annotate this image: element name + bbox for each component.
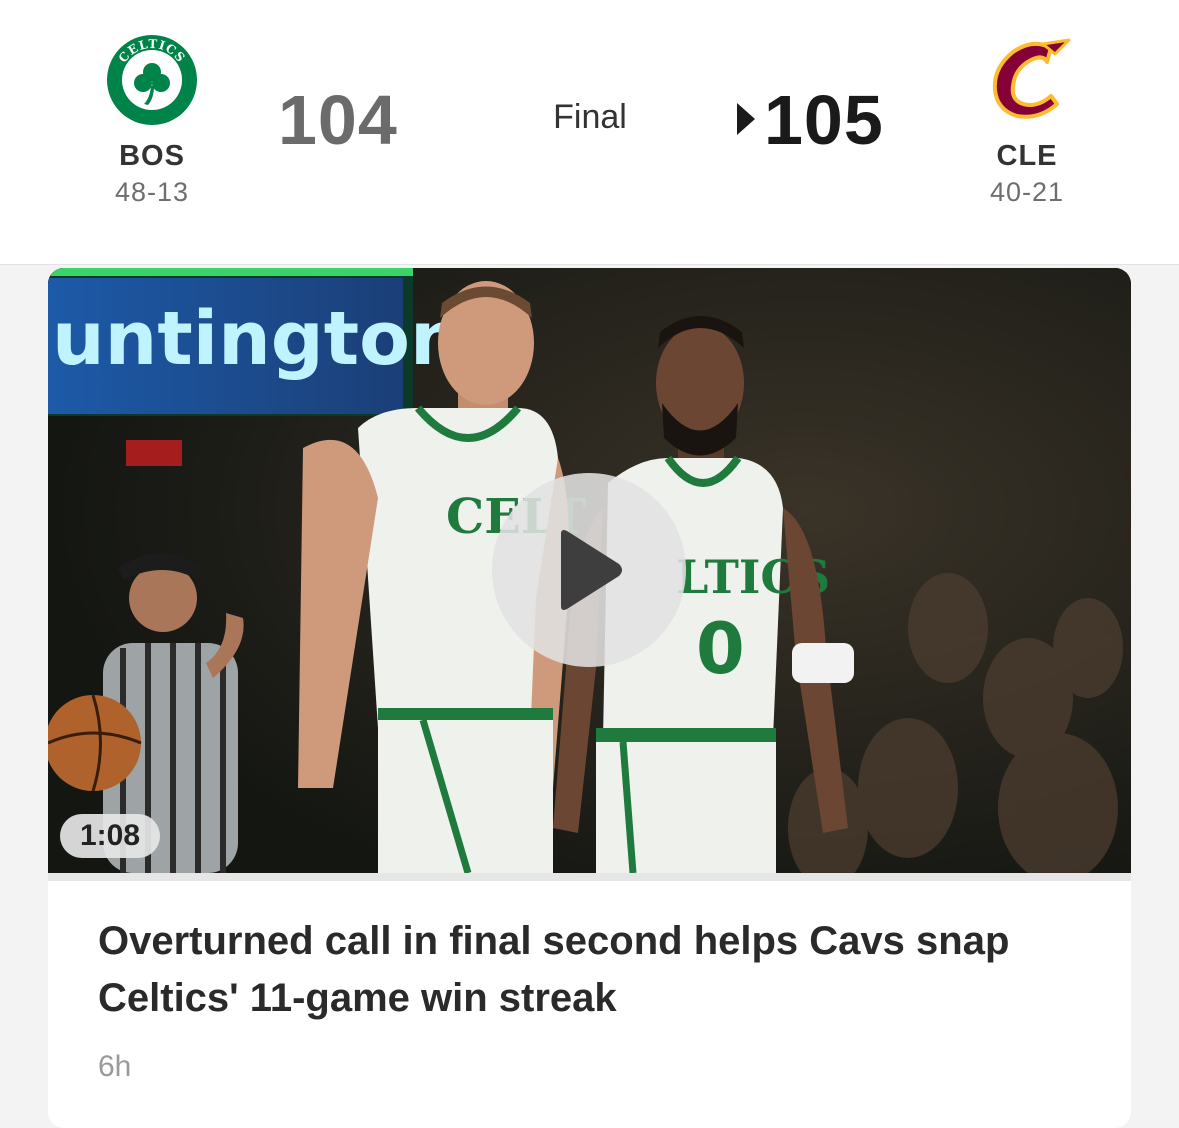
home-score: 104 [278, 81, 398, 159]
cavaliers-logo-icon [981, 34, 1073, 126]
story-headline[interactable]: Overturned call in final second helps Ca… [98, 913, 1081, 1027]
home-team-record: 48-13 [114, 177, 190, 207]
arena-sign-text: untington [52, 296, 463, 382]
away-score: 105 [764, 81, 884, 159]
away-team-record: 40-21 [989, 177, 1065, 207]
home-team-abbr: BOS [119, 140, 185, 172]
play-button[interactable] [492, 473, 686, 667]
video-thumbnail[interactable]: untington LTICS 0 1:08 [48, 268, 1131, 873]
game-status: Final [553, 98, 627, 136]
away-team[interactable]: CLE 40-21 [957, 34, 1097, 208]
away-team-abbr: CLE [996, 140, 1058, 172]
news-card[interactable]: untington LTICS 0 1:08 Overturned call i… [48, 268, 1131, 1128]
play-icon [561, 530, 622, 610]
svg-text:0: 0 [696, 608, 745, 690]
divider [48, 873, 1131, 881]
scoreboard[interactable]: CELTICS BOS 48-13 104 Final 105 CLE 40-2… [0, 0, 1179, 265]
video-duration-badge: 1:08 [60, 814, 161, 858]
story-timestamp: 6h [98, 1050, 132, 1083]
home-team[interactable]: CELTICS BOS 48-13 [82, 34, 222, 208]
celtics-logo-icon: CELTICS [106, 34, 198, 126]
winner-indicator-icon [737, 103, 755, 135]
